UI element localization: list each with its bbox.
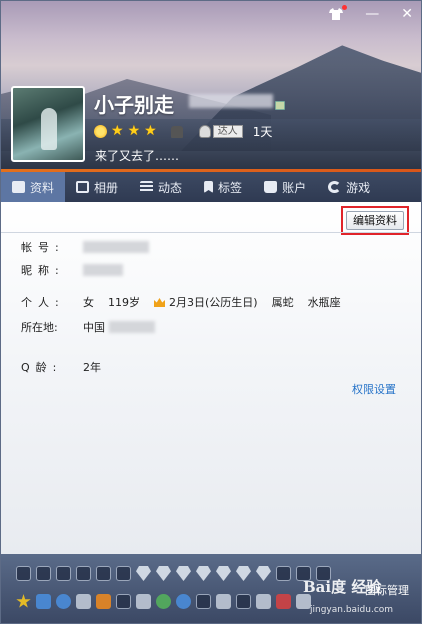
personal-label: 个人: [21, 296, 65, 309]
game-badge-icon[interactable] [276, 566, 291, 581]
app-icon[interactable] [116, 594, 131, 609]
permission-settings-link[interactable]: 权限设置 [352, 381, 396, 397]
watermark-url: jingyan.baidu.com [310, 605, 394, 615]
tab-account[interactable]: 账户 [253, 172, 317, 202]
close-icon[interactable]: ✕ [401, 7, 413, 21]
diamond-icon[interactable] [176, 566, 191, 581]
birthday: 2月3日(公历生日) [169, 296, 258, 309]
profile-window: — ✕ 小子别走 ★ ★ ★ 达人 1天 来了又去了…… 资料 相册 动态 标签… [0, 0, 422, 624]
cloud-icon[interactable] [236, 594, 251, 609]
account-label: 帐号: [21, 241, 65, 254]
shield-icon[interactable] [96, 594, 111, 609]
tab-album[interactable]: 相册 [65, 172, 129, 202]
qage: 2年 [83, 361, 101, 374]
age: 119岁 [108, 296, 140, 309]
game-badge-icon[interactable] [76, 566, 91, 581]
game-icon [328, 181, 342, 193]
location: 中国 [83, 321, 105, 334]
avatar[interactable] [11, 86, 85, 162]
photo-icon [76, 181, 90, 193]
skin-shirt-icon[interactable] [329, 5, 348, 20]
divider [1, 232, 421, 233]
tab-profile[interactable]: 资料 [1, 172, 66, 202]
window-controls: — ✕ [329, 5, 413, 21]
diamond-icon[interactable] [156, 566, 171, 581]
gender: 女 [83, 296, 94, 309]
qzone-icon[interactable] [36, 594, 51, 609]
online-days: 1天 [252, 125, 273, 139]
location-label: 所在地: [21, 321, 58, 334]
diamond-icon[interactable] [236, 566, 251, 581]
profile-content: 编辑资料 帐号: 昵称: 个人: 女 119岁 2月3日(公历生日) 属蛇 水瓶… [1, 202, 421, 554]
blurred-account [189, 94, 273, 108]
game-badge-icon[interactable] [116, 566, 131, 581]
qage-label: Q龄: [21, 361, 63, 374]
music-icon[interactable] [56, 594, 71, 609]
profile-card-icon [12, 181, 25, 193]
nick-label: 昵称: [21, 264, 65, 277]
blurred-nick-value [83, 264, 123, 276]
diamond-icon[interactable] [136, 566, 151, 581]
pet-icon[interactable] [136, 594, 151, 609]
sun-level-icon [94, 125, 107, 138]
blurred-location [109, 321, 155, 333]
penguin-icon[interactable] [156, 594, 171, 609]
nickname: 小子别走 [94, 93, 174, 117]
expert-badge[interactable]: 达人 [198, 125, 243, 138]
blurred-account-value [83, 241, 149, 253]
profile-header: — ✕ 小子别走 ★ ★ ★ 达人 1天 来了又去了…… [1, 1, 421, 171]
bookmark-icon [204, 181, 214, 193]
birthday-crown-icon [154, 298, 165, 307]
icon-row-bottom [16, 594, 311, 609]
personal-signature[interactable]: 来了又去了…… [95, 147, 179, 164]
tab-feed[interactable]: 动态 [129, 172, 193, 202]
wallet-icon [264, 181, 278, 193]
list-icon [140, 181, 154, 193]
personal-row: 个人: 女 119岁 2月3日(公历生日) 属蛇 水瓶座 [21, 294, 355, 310]
tab-tags[interactable]: 标签 [193, 172, 253, 202]
diamond-icon[interactable] [256, 566, 271, 581]
baidu-watermark: Bai度 经验 [303, 578, 382, 596]
game-badge-icon[interactable] [16, 566, 31, 581]
constellation: 水瓶座 [307, 296, 341, 309]
tab-games[interactable]: 游戏 [317, 172, 381, 202]
bird-icon[interactable] [256, 594, 271, 609]
diamond-icon[interactable] [216, 566, 231, 581]
star-level-icon: ★ [111, 123, 124, 139]
location-row: 所在地: 中国 [21, 319, 155, 335]
bulb-icon [198, 125, 211, 138]
account-row: 帐号: [21, 239, 149, 255]
star-icon[interactable] [16, 594, 31, 608]
diamond-icon[interactable] [196, 566, 211, 581]
zodiac: 属蛇 [271, 296, 294, 309]
level-row: ★ ★ ★ 达人 1天 [94, 123, 272, 140]
star-level-icon: ★ [127, 123, 141, 139]
video-icon[interactable] [176, 594, 191, 609]
game-icon[interactable] [216, 594, 231, 609]
nick-row: 昵称: [21, 262, 123, 278]
mail-icon[interactable] [76, 594, 91, 609]
tab-bar: 资料 相册 动态 标签 账户 游戏 [1, 172, 421, 202]
vip-crown-icon[interactable] [170, 125, 183, 138]
game-badge-icon[interactable] [96, 566, 111, 581]
minimize-icon[interactable]: — [365, 7, 379, 21]
game-badge-icon[interactable] [36, 566, 51, 581]
star-level-icon: ★ [144, 123, 157, 139]
qage-row: Q龄: 2年 [21, 359, 115, 375]
game-badge-icon[interactable] [56, 566, 71, 581]
edit-profile-button[interactable]: 编辑资料 [346, 211, 404, 230]
icon-row-top [16, 566, 331, 581]
gift-icon[interactable] [196, 594, 211, 609]
security-icon[interactable] [276, 594, 291, 609]
edit-nickname-icon[interactable] [275, 101, 285, 110]
